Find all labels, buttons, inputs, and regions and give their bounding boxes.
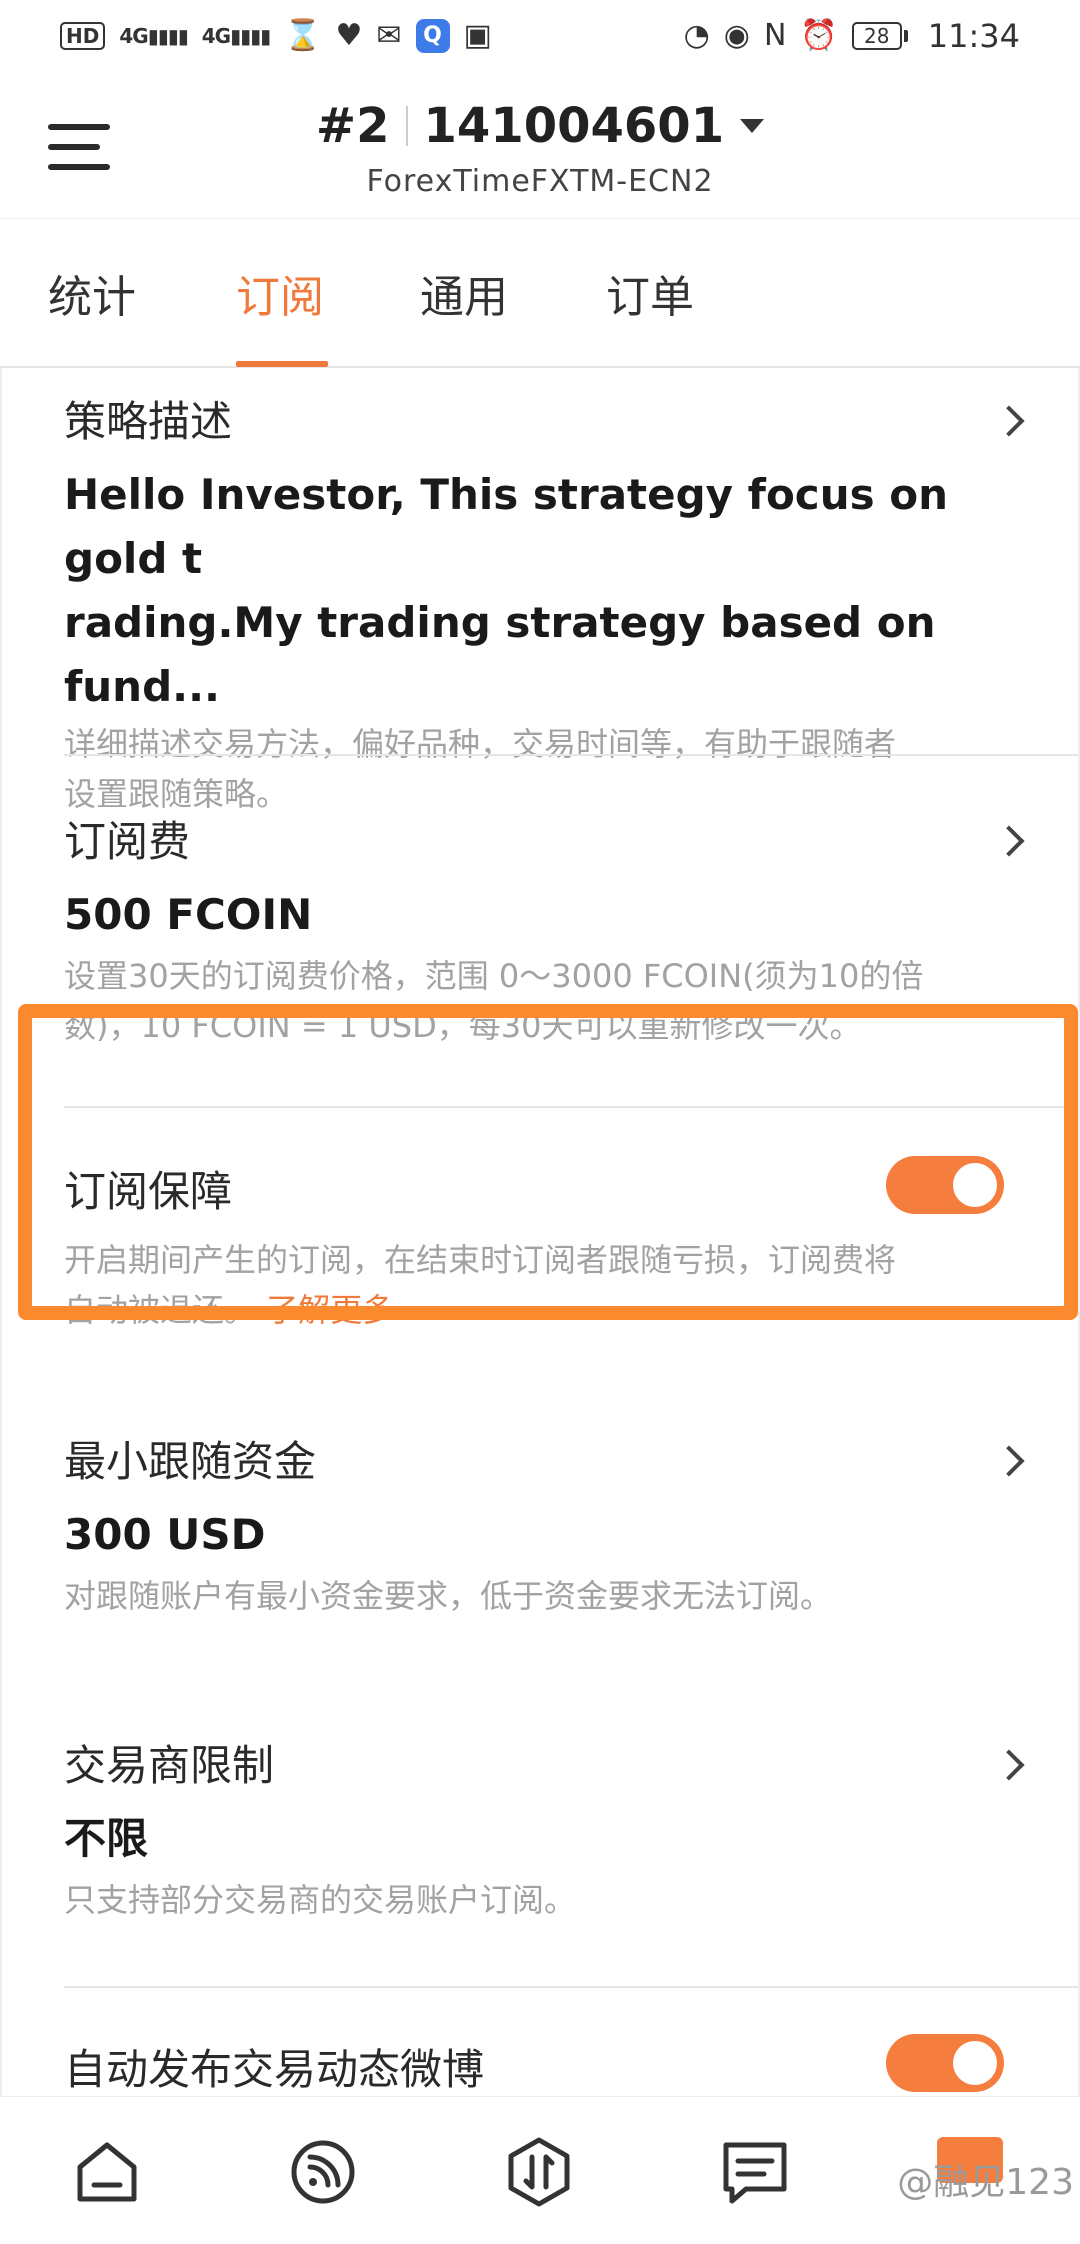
feed-icon[interactable] — [286, 2137, 360, 2207]
strategy-description-title: 策略描述 — [64, 397, 233, 446]
eye-icon: ◉ — [723, 18, 750, 53]
app-header: #2 141004601 ForexTimeFXTM-ECN2 — [0, 72, 1080, 218]
nfc-icon: N — [763, 18, 787, 53]
wechat-icon: ✉ — [376, 18, 402, 53]
subscription-fee-title: 订阅费 — [64, 817, 191, 866]
status-bar-left: HD 4G▮▮▮▮ 4G▮▮▮▮ ⌛ ♥ ✉ Q ▣ — [60, 19, 492, 53]
broker-restriction-hint: 只支持部分交易商的交易账户订阅。 — [64, 1881, 577, 1919]
strategy-description-line-2: rading.My trading strategy based on fund… — [64, 598, 936, 711]
battery-level: 28 — [851, 22, 902, 50]
signal-icon-2: 4G▮▮▮▮ — [201, 24, 271, 48]
subscription-fee-hint-1: 设置30天的订阅费价格，范围 0～3000 FCOIN(须为10的倍 — [64, 957, 924, 995]
status-bar-right: ◔ ◉ N ⏰ 28 11:34 — [684, 17, 1020, 55]
account-title[interactable]: #2 141004601 — [315, 98, 765, 154]
status-bar: HD 4G▮▮▮▮ 4G▮▮▮▮ ⌛ ♥ ✉ Q ▣ ◔ ◉ N ⏰ 28 11… — [0, 0, 1080, 72]
dropdown-caret-icon[interactable] — [740, 119, 765, 133]
trade-icon[interactable] — [502, 2137, 576, 2207]
battery-icon: 28 — [851, 22, 908, 50]
minimum-follow-funds-hint: 对跟随账户有最小资金要求，低于资金要求无法订阅。 — [64, 1577, 833, 1615]
strategy-description-line-1: Hello Investor, This strategy focus on g… — [64, 470, 948, 583]
active-tab-indicator — [236, 361, 328, 367]
home-icon[interactable] — [70, 2137, 144, 2207]
bottom-navigation: @融见123 — [0, 2096, 1080, 2244]
calendar-icon: ▣ — [463, 18, 492, 53]
toggle-knob — [953, 2041, 997, 2085]
broker-restriction-title: 交易商限制 — [64, 1741, 275, 1790]
alarm-icon: ⏰ — [800, 18, 838, 53]
account-number: 141004601 — [423, 98, 725, 154]
data-saver-icon: ◔ — [683, 18, 710, 53]
tab-general[interactable]: 通用 — [420, 261, 508, 361]
broker-restriction-value: 不限 — [64, 1814, 149, 1863]
account-separator — [405, 106, 408, 146]
hd-badge: HD — [60, 22, 106, 50]
divider — [64, 754, 1078, 756]
account-index: #2 — [315, 98, 390, 154]
auto-post-toggle[interactable] — [886, 2034, 1004, 2092]
subscription-fee-value: 500 FCOIN — [64, 890, 313, 939]
strategy-description-hint-1: 详细描述交易方法，偏好品种，交易时间等，有助于跟随者 — [64, 725, 897, 763]
highlight-frame — [18, 1004, 1078, 1320]
clock: 11:34 — [927, 17, 1020, 55]
hourglass-icon: ⌛ — [284, 18, 322, 53]
divider — [64, 1986, 1078, 1988]
minimum-follow-funds-value: 300 USD — [64, 1510, 266, 1559]
health-icon: ♥ — [335, 18, 363, 53]
app-notification-icon: Q — [415, 19, 450, 53]
auto-post-row: 自动发布交易动态微博 — [64, 2034, 1024, 2096]
broker-server: ForexTimeFXTM-ECN2 — [366, 164, 714, 199]
minimum-follow-funds-title: 最小跟随资金 — [64, 1437, 317, 1486]
auto-post-title: 自动发布交易动态微博 — [64, 2045, 485, 2094]
messages-icon[interactable] — [718, 2137, 792, 2207]
tab-orders[interactable]: 订单 — [606, 261, 694, 361]
tab-statistics[interactable]: 统计 — [48, 261, 136, 361]
account-switcher[interactable]: #2 141004601 ForexTimeFXTM-ECN2 — [0, 98, 1080, 199]
tab-subscription[interactable]: 订阅 — [236, 261, 324, 361]
tab-bar: 统计 订阅 通用 订单 — [0, 218, 1080, 368]
signal-icon-1: 4G▮▮▮▮ — [119, 24, 188, 48]
minimum-follow-funds-row[interactable]: 最小跟随资金 300 USD 对跟随账户有最小资金要求，低于资金要求无法订阅。 — [64, 1428, 1025, 1621]
broker-restriction-row[interactable]: 交易商限制 不限 只支持部分交易商的交易账户订阅。 — [64, 1732, 1025, 1925]
watermark: @融见123 — [897, 2162, 1074, 2203]
